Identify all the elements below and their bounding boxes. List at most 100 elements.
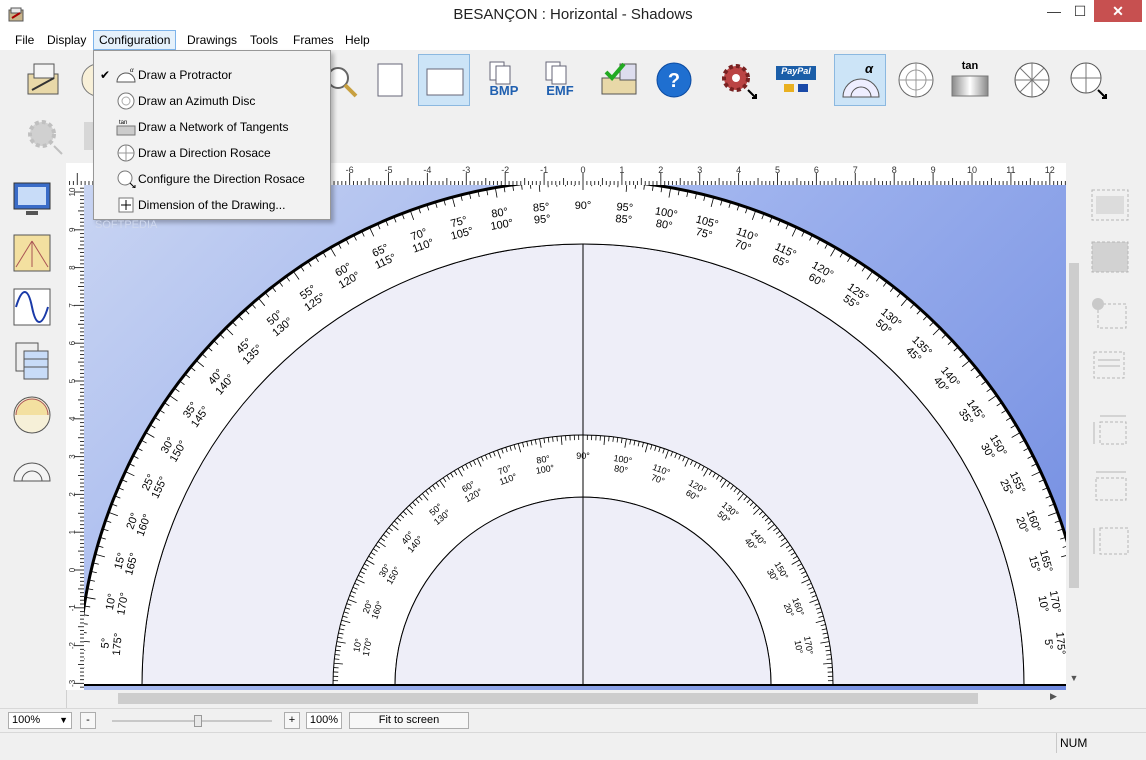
settings-gear-button[interactable] xyxy=(712,54,764,106)
menu-bar: File Display Configuration Drawings Tool… xyxy=(0,30,1146,50)
menu-item-label: Draw an Azimuth Disc xyxy=(138,88,255,114)
configure-rosace-icon xyxy=(116,170,136,188)
zoom-value-field[interactable]: 100% xyxy=(306,712,342,729)
ruler-label: 6 xyxy=(68,340,77,345)
ruler-label: -2 xyxy=(501,165,509,175)
paypal-donate-button[interactable]: PayPal xyxy=(770,54,822,106)
fit-to-screen-button[interactable]: Fit to screen xyxy=(349,712,469,729)
text-frame-button[interactable] xyxy=(1088,184,1132,228)
curve-view-button[interactable] xyxy=(10,285,54,329)
frame-resize-button[interactable] xyxy=(1088,410,1132,454)
minimize-button[interactable]: — xyxy=(1040,0,1068,22)
gear-disabled-button[interactable] xyxy=(18,110,70,162)
print-button[interactable] xyxy=(594,54,646,106)
menu-help[interactable]: Help xyxy=(340,30,375,50)
vertical-scroll-thumb[interactable] xyxy=(1069,263,1079,588)
menu-drawings[interactable]: Drawings xyxy=(182,30,242,50)
menu-item-configure-rosace[interactable]: Configure the Direction Rosace xyxy=(94,166,330,192)
export-bmp-button[interactable]: BMP xyxy=(478,54,530,106)
horizontal-scrollbar[interactable]: ▶ xyxy=(84,690,1066,707)
azimuth-disc-icon xyxy=(116,92,136,110)
rosace-button[interactable] xyxy=(1006,54,1058,106)
left-tool-strip xyxy=(0,163,67,708)
menu-item-draw-rosace[interactable]: Draw a Direction Rosace xyxy=(94,140,330,166)
dial-view-button[interactable] xyxy=(10,393,54,437)
help-button[interactable]: ? xyxy=(648,54,700,106)
portrait-page-button[interactable] xyxy=(364,54,416,106)
scroll-down-icon[interactable]: ▼ xyxy=(1069,673,1079,685)
vertical-ruler: 109876543210-1-2-3 xyxy=(66,185,85,690)
menu-item-draw-tangents[interactable]: tan Draw a Network of Tangents xyxy=(94,114,330,140)
protractor-label: 175° xyxy=(111,632,125,656)
zoom-bar: 100% ▼ - + 100% Fit to screen xyxy=(0,708,1146,733)
image-frame-button[interactable] xyxy=(1088,236,1132,280)
ruler-label: 10 xyxy=(68,187,77,196)
check-mark-icon: ✔ xyxy=(100,62,110,88)
menu-item-draw-azimuth-disc[interactable]: Draw an Azimuth Disc xyxy=(94,88,330,114)
menu-tools[interactable]: Tools xyxy=(245,30,283,50)
protractor-label: 90° xyxy=(575,200,592,212)
ruler-label: -2 xyxy=(68,641,77,649)
num-lock-indicator: NUM xyxy=(1060,736,1087,750)
configuration-menu: ✔ α Draw a Protractor Draw an Azimuth Di… xyxy=(93,50,331,220)
zoom-out-button[interactable]: - xyxy=(80,712,96,729)
ruler-label: -4 xyxy=(423,165,431,175)
tangents-button[interactable]: tan xyxy=(944,54,996,106)
menu-item-draw-protractor[interactable]: ✔ α Draw a Protractor xyxy=(94,62,330,88)
zoom-in-button[interactable]: + xyxy=(284,712,300,729)
frame-list-button[interactable] xyxy=(1088,346,1132,390)
protractor-label: 95° xyxy=(533,213,551,226)
ruler-label: 0 xyxy=(68,567,77,572)
zoom-slider[interactable] xyxy=(112,714,272,728)
protractor-mode-button[interactable]: α xyxy=(834,54,886,106)
menu-item-dimension[interactable]: Dimension of the Drawing... xyxy=(94,192,330,218)
ruler-label: 8 xyxy=(68,265,77,270)
ruler-label: 3 xyxy=(697,165,702,175)
ruler-label: 3 xyxy=(68,454,77,459)
azimuth-disc-button[interactable] xyxy=(890,54,942,106)
ruler-label: 7 xyxy=(68,303,77,308)
table-view-button[interactable] xyxy=(10,339,54,383)
close-button[interactable]: ✕ xyxy=(1094,0,1142,22)
bmp-label: BMP xyxy=(478,83,530,98)
sundial-button[interactable] xyxy=(18,54,70,106)
ruler-label: 8 xyxy=(892,165,897,175)
zoom-select[interactable]: 100% ▼ xyxy=(8,712,72,729)
ruler-label: -5 xyxy=(384,165,392,175)
landscape-page-button[interactable] xyxy=(418,54,470,106)
horizontal-scroll-thumb[interactable] xyxy=(118,693,978,704)
ruler-label: 2 xyxy=(68,492,77,497)
tangents-icon: tan xyxy=(116,118,136,136)
window-title: BESANÇON : Horizontal - Shadows xyxy=(0,0,1146,30)
zoom-slider-thumb[interactable] xyxy=(194,715,202,727)
paypal-label: PayPal xyxy=(776,66,816,76)
protractor-label: 5° xyxy=(1042,639,1055,651)
configure-rosace-button[interactable] xyxy=(1062,54,1114,106)
menu-frames[interactable]: Frames xyxy=(288,30,339,50)
ruler-label: 9 xyxy=(68,227,77,232)
ruler-label: 0 xyxy=(580,165,585,175)
ruler-label: 10 xyxy=(967,165,977,175)
zoom-select-value: 100% xyxy=(12,714,40,726)
menu-configuration[interactable]: Configuration xyxy=(93,30,176,50)
ruler-label: 1 xyxy=(619,165,624,175)
sundial-view-button[interactable] xyxy=(10,231,54,275)
ruler-label: 5 xyxy=(68,378,77,383)
menu-item-label: Draw a Network of Tangents xyxy=(138,114,289,140)
menu-file[interactable]: File xyxy=(10,30,39,50)
vertical-scrollbar[interactable]: ▼ xyxy=(1066,163,1082,690)
export-emf-button[interactable]: EMF xyxy=(534,54,586,106)
frame-height-button[interactable] xyxy=(1088,520,1132,564)
frame-settings-button[interactable] xyxy=(1088,292,1132,336)
ruler-label: 9 xyxy=(931,165,936,175)
help-glyph: ? xyxy=(668,70,680,92)
frame-width-button[interactable] xyxy=(1088,464,1132,508)
protractor-view-button[interactable] xyxy=(10,447,54,491)
drawing-canvas[interactable]: 5°175°10°170°15°165°20°160°25°155°30°150… xyxy=(84,185,1066,690)
maximize-button[interactable]: ☐ xyxy=(1066,0,1094,22)
ruler-label: -1 xyxy=(540,165,548,175)
ruler-label: -3 xyxy=(462,165,470,175)
scroll-right-icon[interactable]: ▶ xyxy=(1050,691,1062,705)
monitor-view-button[interactable] xyxy=(10,177,54,221)
menu-display[interactable]: Display xyxy=(42,30,91,50)
